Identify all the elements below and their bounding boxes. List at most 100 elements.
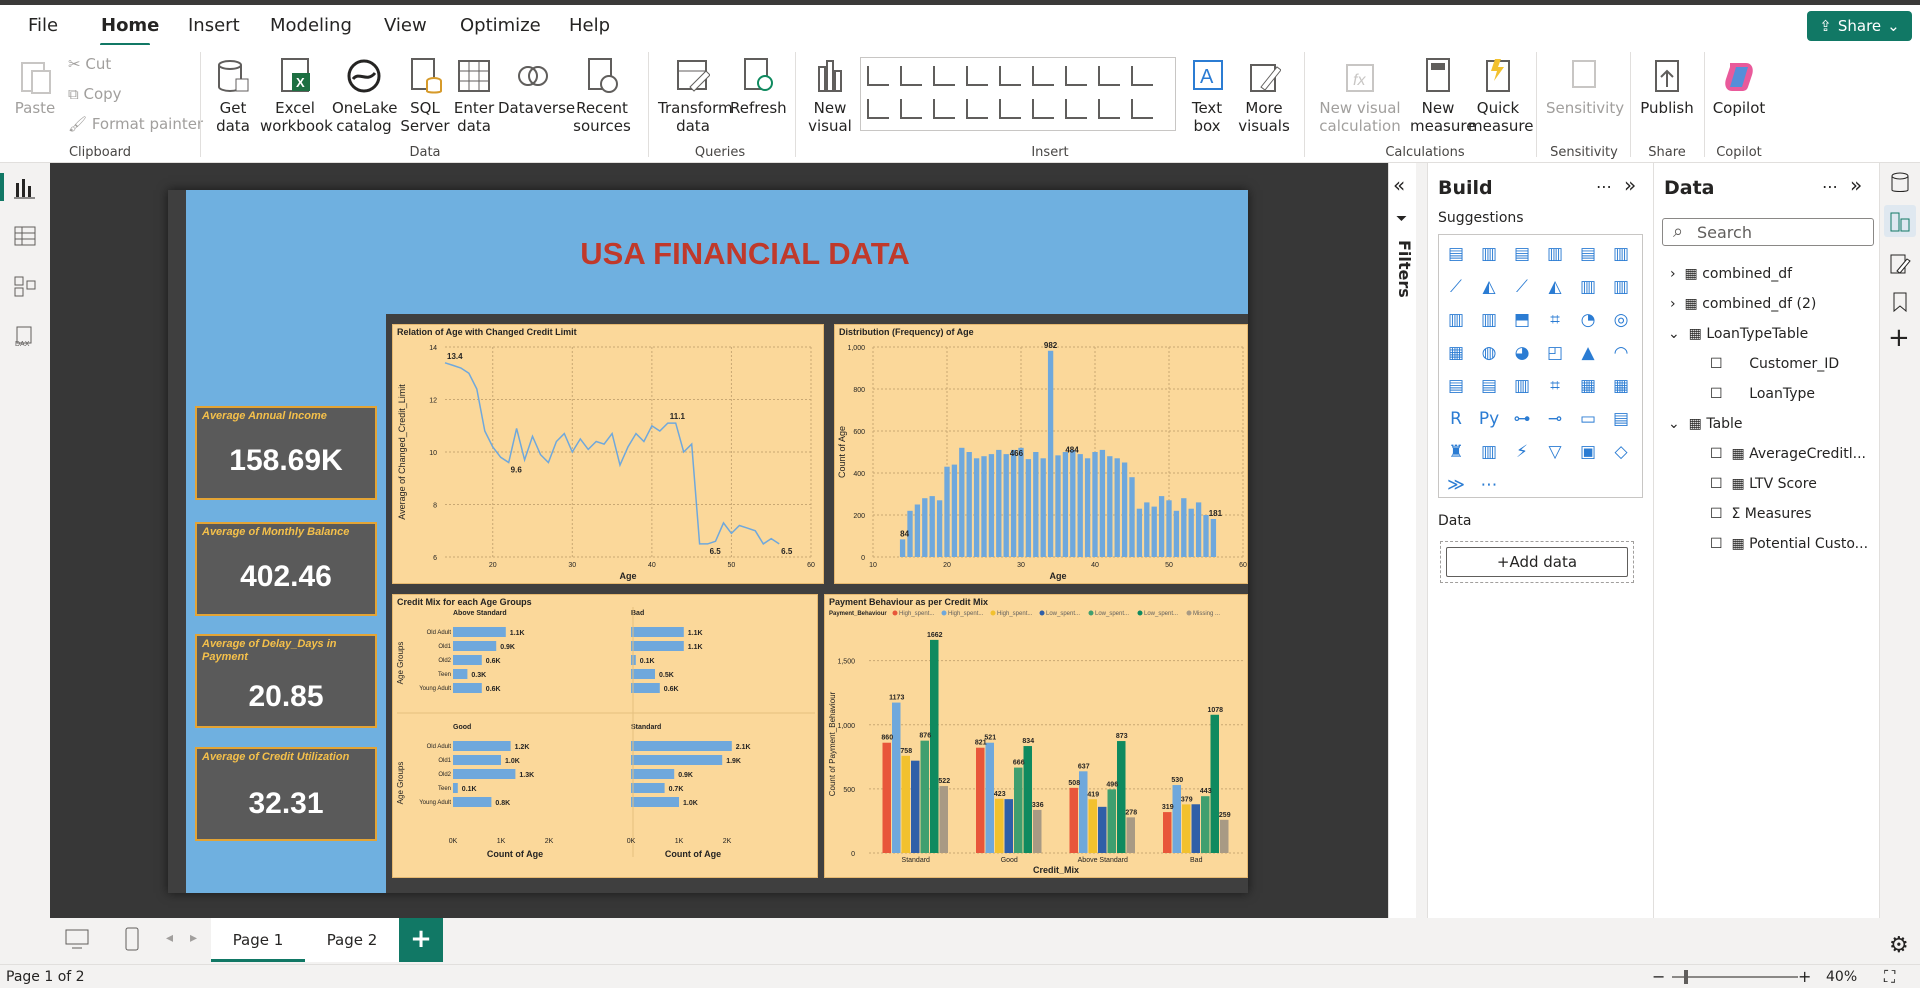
field-averagecredit[interactable]: ☐ ▦ AverageCreditl... — [1710, 446, 1866, 462]
100-column-icon[interactable]: ▥ — [1609, 243, 1633, 265]
kpi-card-annual-income[interactable]: Average Annual Income 158.69K — [195, 406, 377, 500]
cut-button[interactable]: ✂ Cut — [68, 55, 111, 73]
checkbox[interactable]: ☐ — [1710, 506, 1731, 522]
stacked-bar-icon[interactable] — [867, 66, 889, 86]
100-bar-icon[interactable]: ▤ — [1510, 243, 1534, 265]
stacked-bar-h-icon[interactable] — [933, 66, 955, 86]
refresh-button[interactable]: Refresh — [730, 57, 787, 117]
donut-icon[interactable] — [900, 99, 922, 119]
share-button[interactable]: ⇪ Share ⌄ — [1807, 11, 1912, 41]
sensitivity-button[interactable]: Sensitivity — [1546, 57, 1624, 117]
table-combined-df[interactable]: › ▦ combined_df — [1670, 266, 1792, 282]
paste-button[interactable]: Paste — [14, 57, 56, 117]
paginated-icon[interactable]: ▥ — [1477, 441, 1501, 463]
sql-server-button[interactable]: SQL Server — [400, 57, 450, 135]
model-view-icon[interactable] — [13, 275, 37, 297]
new-measure-button[interactable]: New measure — [1410, 57, 1475, 135]
line-clustered-icon[interactable]: ▥ — [1609, 276, 1633, 298]
line-chart-age-credit-limit[interactable]: Relation of Age with Changed Credit Limi… — [392, 324, 824, 584]
card-icon[interactable]: ▤ — [1444, 375, 1468, 397]
chevron-visual-icon[interactable]: ≫ — [1444, 474, 1468, 496]
report-view-icon[interactable] — [13, 177, 37, 199]
field-potential-custo[interactable]: ☐ ▦ Potential Custo... — [1710, 536, 1868, 552]
expand-filters-icon[interactable]: « — [1393, 173, 1405, 197]
multirow-card-icon[interactable]: ▤ — [1477, 375, 1501, 397]
treemap-icon[interactable] — [933, 99, 955, 119]
text-box-button[interactable]: A Text box — [1180, 57, 1234, 135]
line-icon[interactable]: ⟋ — [1444, 276, 1468, 298]
bookmark-icon[interactable] — [1889, 291, 1911, 313]
clustered-bar-icon[interactable] — [900, 66, 922, 86]
metrics-icon[interactable]: ♜ — [1444, 441, 1468, 463]
format-painter-button[interactable]: 🖌 Format painter — [68, 115, 203, 133]
qa-icon[interactable]: ▭ — [1576, 408, 1600, 430]
menu-home[interactable]: Home — [101, 15, 159, 36]
visual-gallery[interactable] — [860, 57, 1176, 131]
narrative-icon[interactable]: ▤ — [1609, 408, 1633, 430]
table-combined-df-2[interactable]: › ▦ combined_df (2) — [1670, 296, 1816, 312]
table-table[interactable]: ⌄ ▦ Table — [1668, 416, 1743, 432]
new-visual-calculation-button[interactable]: fx New visual calculation — [1314, 57, 1406, 135]
search-input[interactable]: ⌕ Search — [1662, 218, 1874, 246]
format-icon[interactable] — [1889, 253, 1911, 275]
column-chart-payment-behaviour[interactable]: Payment Behaviour as per Credit Mix Paym… — [824, 594, 1248, 878]
r-visual-icon[interactable]: R — [1444, 408, 1468, 430]
checkbox[interactable]: ☐ — [1710, 386, 1749, 402]
card-icon[interactable] — [1032, 99, 1054, 119]
copilot-button[interactable]: Copilot — [1712, 57, 1766, 117]
matrix-icon[interactable]: ▦ — [1609, 375, 1633, 397]
settings-gear-icon[interactable]: ⚙ — [1889, 933, 1909, 958]
deneb-icon[interactable]: ▣ — [1576, 441, 1600, 463]
more-visuals-button[interactable]: More visuals — [1234, 57, 1294, 135]
menu-insert[interactable]: Insert — [188, 15, 240, 36]
collapse-pane-icon[interactable]: » — [1850, 173, 1862, 197]
desktop-layout-icon[interactable] — [64, 928, 90, 952]
dataverse-button[interactable]: Dataverse — [498, 57, 575, 117]
menu-optimize[interactable]: Optimize — [460, 15, 541, 36]
waterfall-icon[interactable]: ▥ — [1477, 309, 1501, 331]
shape-map-icon[interactable]: ◰ — [1543, 342, 1567, 364]
menu-file[interactable]: File — [28, 15, 58, 36]
ribbon-icon[interactable]: ▥ — [1444, 309, 1468, 331]
line-icon[interactable] — [1065, 66, 1087, 86]
checkbox[interactable]: ☐ — [1710, 536, 1731, 552]
table-loantypetable[interactable]: ⌄ ▦ LoanTypeTable — [1668, 326, 1808, 342]
kpi-card-delay-days[interactable]: Average of Delay_Days in Payment 20.85 — [195, 634, 377, 728]
zoom-slider[interactable] — [1672, 976, 1798, 978]
stacked-column-icon[interactable] — [1032, 66, 1054, 86]
collapse-pane-icon[interactable]: » — [1624, 173, 1636, 197]
stacked-column-icon[interactable]: ▥ — [1543, 243, 1567, 265]
bar-chart-credit-mix-age[interactable]: Credit Mix for each Age Groups Above Sta… — [392, 594, 818, 878]
gauge-icon[interactable] — [999, 99, 1021, 119]
page-tab-2[interactable]: Page 2 — [305, 918, 399, 962]
map-icon[interactable] — [966, 99, 988, 119]
kpi-card-credit-utilization[interactable]: Average of Credit Utilization 32.31 — [195, 747, 377, 841]
histogram-age-distribution[interactable]: Distribution (Frequency) of Age 1,000 800… — [834, 324, 1248, 584]
pie-icon[interactable] — [867, 99, 889, 119]
gauge-icon[interactable]: ◠ — [1609, 342, 1633, 364]
100-area-icon[interactable]: ◭ — [1543, 276, 1567, 298]
add-data-button[interactable]: +Add data — [1446, 547, 1628, 577]
stacked-area-icon[interactable]: ⟋ — [1510, 276, 1534, 298]
more-options-icon[interactable]: ⋯ — [1822, 177, 1838, 196]
field-customer-id[interactable]: ☐ Customer_ID — [1710, 356, 1839, 372]
get-data-button[interactable]: Get data — [210, 57, 256, 135]
filters-label[interactable]: Filters — [1395, 240, 1414, 298]
table-visual-icon[interactable] — [1098, 99, 1120, 119]
menu-help[interactable]: Help — [569, 15, 610, 36]
transform-data-button[interactable]: Transform data — [658, 57, 733, 135]
python-visual-icon[interactable]: Py — [1477, 408, 1501, 430]
publish-button[interactable]: Publish — [1638, 57, 1696, 117]
fit-to-page-icon[interactable]: ⛶ — [1884, 967, 1895, 987]
table-view-icon[interactable] — [13, 225, 37, 247]
more-visuals-icon[interactable]: ⋯ — [1477, 474, 1501, 496]
checkbox[interactable]: ☐ — [1710, 356, 1749, 372]
pie-icon[interactable]: ◔ — [1576, 309, 1600, 331]
clustered-column-icon[interactable]: ▤ — [1576, 243, 1600, 265]
decomposition-tree-icon[interactable]: ⊸ — [1543, 408, 1567, 430]
kpi-card-monthly-balance[interactable]: Average of Monthly Balance 402.46 — [195, 522, 377, 616]
matrix-icon[interactable] — [1131, 99, 1153, 119]
mobile-layout-icon[interactable] — [124, 926, 140, 952]
area-icon[interactable] — [1098, 66, 1120, 86]
next-page-icon[interactable]: ▸ — [190, 930, 197, 946]
